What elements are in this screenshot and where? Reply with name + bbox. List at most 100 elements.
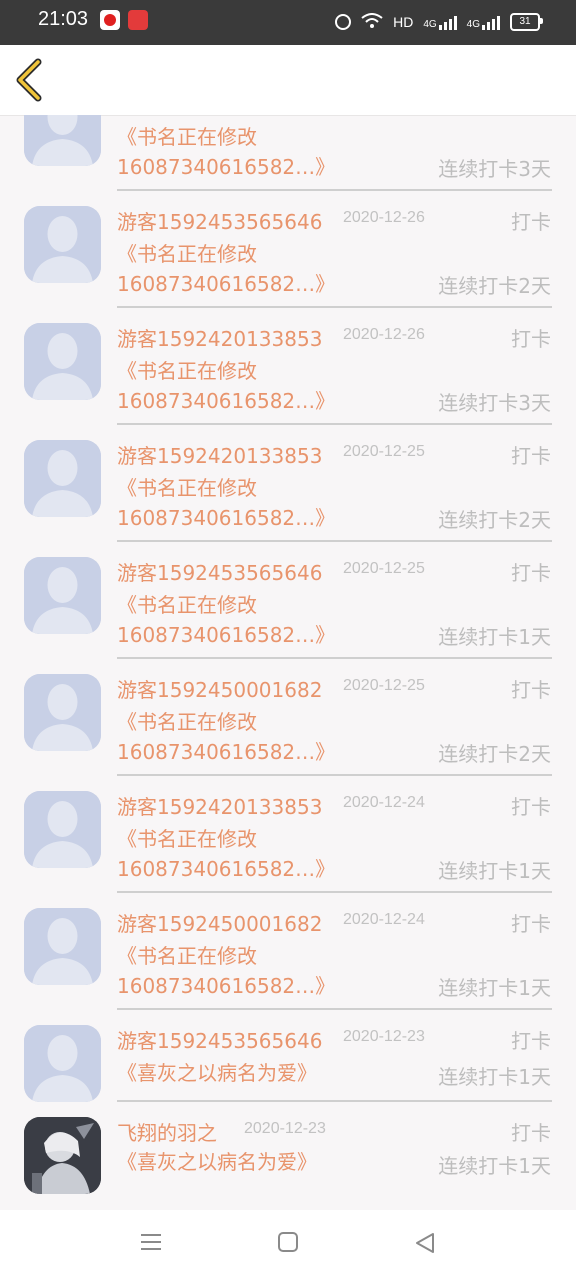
checkin-row[interactable]: 游客1592420133853 2020-12-25 打卡《书名正在修改160873… <box>0 426 576 543</box>
checkin-row[interactable]: 游客1592420133853 2020-12-26 打卡《书名正在修改160873… <box>0 309 576 426</box>
back-nav-button[interactable] <box>414 1232 436 1258</box>
checkin-date: 2020-12-23 <box>244 1120 326 1137</box>
network-type-label: 4G <box>466 19 480 30</box>
checkin-action-label: 打卡 <box>511 1029 551 1053</box>
checkin-date: 2020-12-25 <box>343 443 425 460</box>
checkin-row[interactable]: 游客1592450001682 2020-12-25 打卡《书名正在修改160873… <box>0 660 576 777</box>
default-avatar-icon[interactable] <box>24 791 101 868</box>
default-avatar-icon[interactable] <box>24 908 101 985</box>
checkin-book-title[interactable]: 《书名正在修改16087340616582…》 <box>117 239 347 299</box>
checkin-book-title[interactable]: 《喜灰之以病名为爱》 <box>117 1147 357 1177</box>
row-divider <box>117 1100 552 1102</box>
row-divider <box>117 423 552 425</box>
home-icon <box>278 1232 298 1252</box>
menu-icon <box>141 1234 161 1250</box>
checkin-streak: 连续打卡2天 <box>438 508 551 532</box>
checkin-action-label: 打卡 <box>511 115 551 118</box>
checkin-book-title[interactable]: 《书名正在修改16087340616582…》 <box>117 941 347 1001</box>
checkin-streak: 连续打卡2天 <box>438 274 551 298</box>
checkin-action-label: 打卡 <box>511 561 551 585</box>
checkin-row[interactable]: 游客1592450001682 2020-12-24 打卡《书名正在修改160873… <box>0 894 576 1011</box>
checkin-date: 2020-12-26 <box>343 209 425 226</box>
checkin-streak: 连续打卡1天 <box>438 625 551 649</box>
checkin-book-title[interactable]: 《书名正在修改16087340616582…》 <box>117 356 347 416</box>
checkin-date: 2020-12-24 <box>343 794 425 811</box>
checkin-row[interactable]: 游客1592453565646 2020-12-25 打卡《书名正在修改160873… <box>0 543 576 660</box>
menu-button[interactable] <box>140 1232 162 1256</box>
user-avatar[interactable] <box>24 1117 101 1194</box>
status-time: 21:03 <box>38 8 89 30</box>
checkin-streak: 连续打卡1天 <box>438 1065 551 1089</box>
checkin-streak: 连续打卡1天 <box>438 859 551 883</box>
header <box>0 45 576 115</box>
checkin-book-title[interactable]: 《喜灰之以病名为爱》 <box>117 1058 357 1088</box>
row-divider <box>117 540 552 542</box>
checkin-action-label: 打卡 <box>511 327 551 351</box>
checkin-action-label: 打卡 <box>511 678 551 702</box>
checkin-book-title[interactable]: 《书名正在修改16087340616582…》 <box>117 122 347 182</box>
checkin-streak: 连续打卡1天 <box>438 1154 551 1178</box>
default-avatar-icon[interactable] <box>24 206 101 283</box>
row-divider <box>117 306 552 308</box>
row-divider <box>117 657 552 659</box>
checkin-user-name[interactable]: 游客1592453565646 <box>117 557 322 586</box>
system-nav-bar <box>0 1210 576 1280</box>
checkin-streak: 连续打卡1天 <box>438 976 551 1000</box>
checkin-user-name[interactable]: 游客1592450001682 <box>117 674 322 703</box>
status-bar: 21:03 HD 4G 4G 31 <box>0 0 576 45</box>
checkin-streak: 连续打卡2天 <box>438 742 551 766</box>
checkin-list[interactable]: 游客15924500016822020-12-26打卡《书名正在修改160873… <box>0 115 576 1210</box>
checkin-action-label: 打卡 <box>511 912 551 936</box>
checkin-user-name[interactable]: 游客1592420133853 <box>117 791 322 820</box>
checkin-book-title[interactable]: 《书名正在修改16087340616582…》 <box>117 824 347 884</box>
default-avatar-icon[interactable] <box>24 115 101 166</box>
default-avatar-icon[interactable] <box>24 440 101 517</box>
checkin-user-name[interactable]: 飞翔的羽之 <box>117 1117 217 1146</box>
checkin-list-inner: 游客15924500016822020-12-26打卡《书名正在修改160873… <box>0 115 576 1201</box>
checkin-book-title[interactable]: 《书名正在修改16087340616582…》 <box>117 707 347 767</box>
row-divider <box>117 189 552 191</box>
checkin-row[interactable]: 游客15924500016822020-12-26打卡《书名正在修改160873… <box>0 115 576 192</box>
default-avatar-icon[interactable] <box>24 323 101 400</box>
checkin-action-label: 打卡 <box>511 210 551 234</box>
checkin-book-title[interactable]: 《书名正在修改16087340616582…》 <box>117 473 347 533</box>
checkin-streak: 连续打卡3天 <box>438 157 551 181</box>
checkin-user-name[interactable]: 游客1592420133853 <box>117 323 322 352</box>
network-type-label: 4G <box>423 19 437 30</box>
checkin-action-label: 打卡 <box>511 795 551 819</box>
default-avatar-icon[interactable] <box>24 674 101 751</box>
back-triangle-icon <box>416 1233 434 1253</box>
checkin-row[interactable]: 飞翔的羽之 2020-12-23 打卡 《喜灰之以病名为爱》 连续打卡1天 <box>0 1103 576 1201</box>
video-app-icon <box>100 10 120 30</box>
alarm-icon <box>335 14 352 30</box>
checkin-row[interactable]: 游客1592453565646 2020-12-23 打卡《喜灰之以病名为爱》 连续打… <box>0 1011 576 1103</box>
checkin-book-title[interactable]: 《书名正在修改16087340616582…》 <box>117 590 347 650</box>
checkin-date: 2020-12-26 <box>343 326 425 343</box>
checkin-date: 2020-12-24 <box>343 911 425 928</box>
home-button[interactable] <box>278 1232 298 1256</box>
checkin-date: 2020-12-23 <box>343 1028 425 1045</box>
checkin-user-name[interactable]: 游客1592453565646 <box>117 206 322 235</box>
status-icons: HD 4G 4G 31 <box>335 8 543 36</box>
hd-label: HD <box>393 14 414 30</box>
checkin-streak: 连续打卡3天 <box>438 391 551 415</box>
battery-icon: 31 <box>510 13 543 31</box>
checkin-user-name[interactable]: 游客1592420133853 <box>117 440 322 469</box>
default-avatar-icon[interactable] <box>24 1025 101 1102</box>
checkin-date: 2020-12-25 <box>343 560 425 577</box>
checkin-user-name[interactable]: 游客1592453565646 <box>117 1025 322 1054</box>
signal-icon <box>482 14 500 30</box>
checkin-date: 2020-12-25 <box>343 677 425 694</box>
checkin-user-name[interactable]: 游客1592450001682 <box>117 908 322 937</box>
row-divider <box>117 1008 552 1010</box>
back-button[interactable] <box>10 55 58 105</box>
checkin-row[interactable]: 游客1592453565646 2020-12-26 打卡《书名正在修改160873… <box>0 192 576 309</box>
heart-app-icon <box>128 10 148 30</box>
checkin-user-name[interactable]: 游客1592450001682 <box>117 115 322 118</box>
wifi-icon <box>361 12 383 32</box>
checkin-row[interactable]: 游客1592420133853 2020-12-24 打卡《书名正在修改160873… <box>0 777 576 894</box>
checkin-action-label: 打卡 <box>511 444 551 468</box>
signal-icon <box>438 14 457 30</box>
default-avatar-icon[interactable] <box>24 557 101 634</box>
row-divider <box>117 891 552 893</box>
